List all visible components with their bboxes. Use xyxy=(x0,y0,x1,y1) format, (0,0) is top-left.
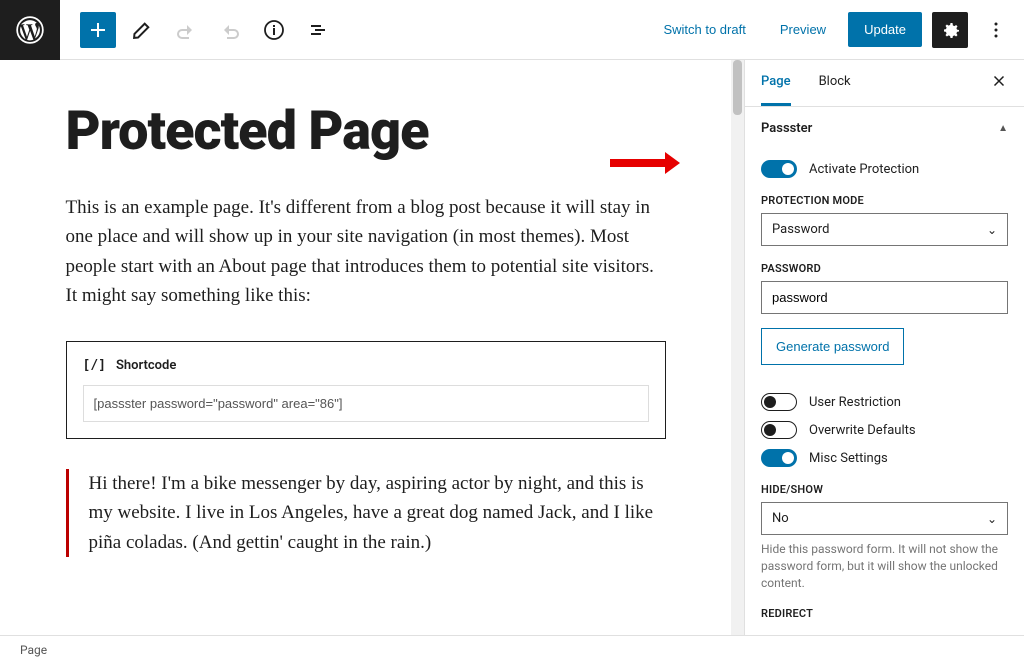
hideshow-help: Hide this password form. It will not sho… xyxy=(761,541,1008,591)
redirect-label: REDIRECT xyxy=(761,607,1008,620)
chevron-down-icon: ⌄ xyxy=(987,512,997,526)
info-icon xyxy=(262,18,286,42)
undo-icon xyxy=(174,18,198,42)
tab-page[interactable]: Page xyxy=(761,60,791,106)
undo-button[interactable] xyxy=(168,12,204,48)
wp-logo[interactable] xyxy=(0,0,60,60)
more-vertical-icon xyxy=(984,18,1008,42)
editor-scrollbar[interactable] xyxy=(731,60,744,635)
tab-block[interactable]: Block xyxy=(819,60,851,106)
user-restriction-toggle[interactable] xyxy=(761,393,797,411)
passster-panel-header[interactable]: Passster ▲ xyxy=(745,107,1024,150)
misc-settings-toggle[interactable] xyxy=(761,449,797,467)
outline-button[interactable] xyxy=(300,12,336,48)
redo-icon xyxy=(218,18,242,42)
breadcrumb[interactable]: Page xyxy=(20,643,47,657)
update-button[interactable]: Update xyxy=(848,12,922,47)
hideshow-value: No xyxy=(772,511,789,526)
info-button[interactable] xyxy=(256,12,292,48)
toolbar-left xyxy=(60,12,336,48)
close-icon xyxy=(990,72,1008,90)
user-restriction-label: User Restriction xyxy=(809,395,901,410)
preview-button[interactable]: Preview xyxy=(768,14,838,45)
edit-button[interactable] xyxy=(124,12,160,48)
misc-settings-label: Misc Settings xyxy=(809,451,888,466)
protection-mode-select[interactable]: Password ⌄ xyxy=(761,213,1008,246)
activate-protection-label: Activate Protection xyxy=(809,162,919,177)
more-menu-button[interactable] xyxy=(978,12,1014,48)
quote-block[interactable]: Hi there! I'm a bike messenger by day, a… xyxy=(66,469,666,557)
shortcode-block[interactable]: [/] Shortcode xyxy=(66,341,666,439)
toolbar-right: Switch to draft Preview Update xyxy=(651,12,1024,48)
overwrite-defaults-label: Overwrite Defaults xyxy=(809,423,916,438)
switch-to-draft-button[interactable]: Switch to draft xyxy=(651,14,757,45)
overwrite-defaults-toggle[interactable] xyxy=(761,421,797,439)
close-sidebar-button[interactable] xyxy=(990,72,1008,94)
wordpress-icon xyxy=(16,16,44,44)
settings-sidebar: Page Block Passster ▲ Activate Protectio… xyxy=(744,60,1024,635)
password-field-label: PASSWORD xyxy=(761,262,1008,275)
hideshow-label: HIDE/SHOW xyxy=(761,483,1008,496)
generate-password-button[interactable]: Generate password xyxy=(761,328,904,365)
shortcode-input[interactable] xyxy=(83,385,649,422)
panel-title: Passster xyxy=(761,121,812,136)
passster-panel-body: Activate Protection PROTECTION MODE Pass… xyxy=(745,150,1024,635)
protection-mode-value: Password xyxy=(772,222,829,237)
chevron-up-icon: ▲ xyxy=(998,123,1008,134)
top-toolbar: Switch to draft Preview Update xyxy=(0,0,1024,60)
chevron-down-icon: ⌄ xyxy=(987,223,997,237)
paragraph-block[interactable]: This is an example page. It's different … xyxy=(66,193,666,311)
page-title[interactable]: Protected Page xyxy=(66,100,666,163)
activate-protection-toggle[interactable] xyxy=(761,160,797,178)
editor-canvas[interactable]: Protected Page This is an example page. … xyxy=(0,60,731,635)
status-bar: Page xyxy=(0,635,1024,663)
password-input[interactable] xyxy=(761,281,1008,314)
shortcode-label: Shortcode xyxy=(116,358,176,373)
sidebar-tabs: Page Block xyxy=(745,60,1024,107)
pencil-icon xyxy=(130,18,154,42)
redo-button[interactable] xyxy=(212,12,248,48)
settings-button[interactable] xyxy=(932,12,968,48)
gear-icon xyxy=(938,18,962,42)
shortcode-icon: [/] xyxy=(83,358,106,373)
protection-mode-label: PROTECTION MODE xyxy=(761,194,1008,207)
hideshow-select[interactable]: No ⌄ xyxy=(761,502,1008,535)
add-block-button[interactable] xyxy=(80,12,116,48)
list-icon xyxy=(306,18,330,42)
plus-icon xyxy=(86,18,110,42)
